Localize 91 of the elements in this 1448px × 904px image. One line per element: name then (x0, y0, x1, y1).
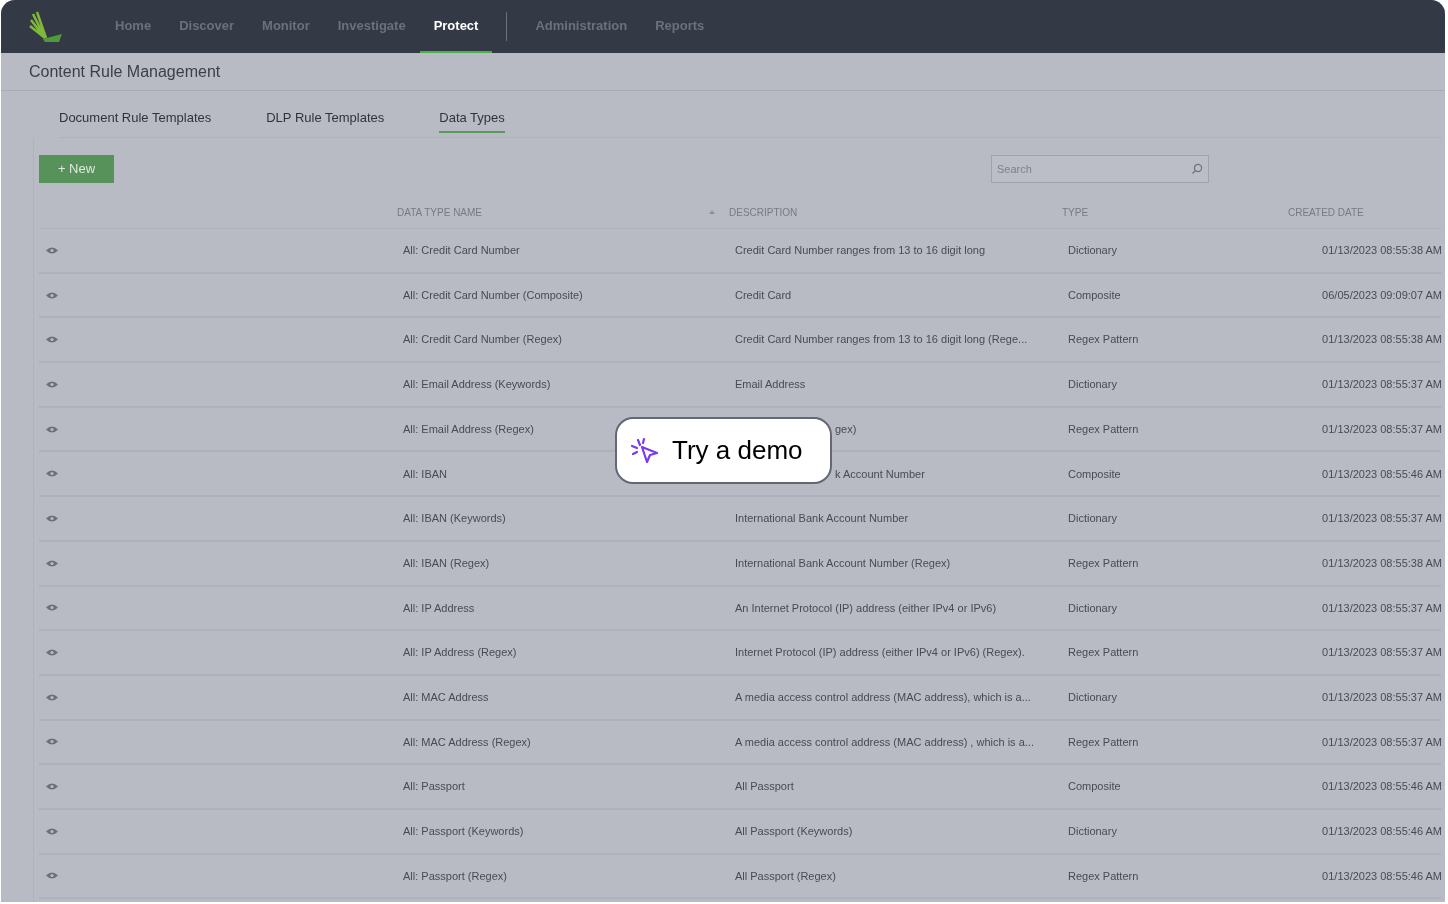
column-header[interactable]: DESCRIPTION (729, 204, 798, 220)
table-cell-text: Credit Card Number ranges from 13 to 16 digit long (Rege... (734, 332, 1029, 348)
table-cell-text: Regex Pattern (1067, 734, 1140, 750)
eye-icon[interactable] (45, 871, 59, 881)
table-cell-text: All: Email Address (Regex) (402, 421, 535, 437)
tab[interactable]: Document Rule Templates (59, 107, 212, 133)
table-cell-text: Regex Pattern (1067, 645, 1140, 661)
table-cell-text: All Passport (734, 779, 795, 795)
table-cell-text: All: IP Address (402, 600, 476, 616)
table-cell-text: 01/13/2023 08:55:37 AM (1322, 734, 1443, 750)
eye-icon[interactable] (45, 245, 59, 255)
eye-icon[interactable] (45, 558, 59, 568)
table-cell-text: 01/13/2023 08:55:38 AM (1322, 332, 1443, 348)
eye-icon[interactable] (45, 782, 59, 792)
table-cell-text: An Internet Protocol (IP) address (either IPv4 or IPv6) (734, 600, 998, 616)
table-cell-text: Internet Protocol (IP) address (either IPv4 or IPv6) (Regex). (734, 645, 1026, 661)
table-cell-text: 01/13/2023 08:55:37 AM (1322, 421, 1443, 437)
table-cell-text: gex) (834, 421, 858, 437)
eye-icon[interactable] (45, 513, 59, 523)
table-cell-text: A media access control address (MAC address) , which is a... (734, 734, 1035, 750)
table-cell-text: All Passport (Keywords) (734, 824, 854, 840)
table-cell-text: Composite (1067, 287, 1122, 303)
demo-button[interactable]: Try a demo (615, 417, 832, 484)
table-cell-text: 01/13/2023 08:55:37 AM (1322, 377, 1443, 393)
table-cell-text: k Account Number (834, 466, 926, 482)
search-icon (1191, 163, 1203, 175)
table-cell-text: 01/13/2023 08:55:37 AM (1322, 600, 1443, 616)
column-header[interactable]: CREATED DATE (1288, 204, 1364, 220)
table-cell-text: Credit Card (734, 287, 793, 303)
table-cell-text: All: Email Address (Keywords) (402, 377, 552, 393)
table-cell-text: 01/13/2023 08:55:46 AM (1322, 779, 1443, 795)
table-cell-text: All: IBAN (Regex) (402, 555, 491, 571)
table-cell-text: Dictionary (1067, 689, 1118, 705)
table-cell-text: 01/13/2023 08:55:46 AM (1322, 466, 1443, 482)
nav-item[interactable]: Protect (419, 0, 493, 53)
eye-icon[interactable] (45, 692, 59, 702)
eye-icon[interactable] (45, 826, 59, 836)
logo-icon (29, 9, 63, 44)
table-cell-text: 01/13/2023 08:55:38 AM (1322, 555, 1443, 571)
table-cell-text: Regex Pattern (1067, 421, 1140, 437)
table-cell-text: Dictionary (1067, 824, 1118, 840)
table-cell-text: Regex Pattern (1067, 555, 1140, 571)
table-cell-text: All: Passport (Keywords) (402, 824, 525, 840)
table-cell-text: All: IP Address (Regex) (402, 645, 518, 661)
table-cell-text: All Passport (Regex) (734, 868, 837, 884)
eye-icon[interactable] (45, 424, 59, 434)
table-cell-text: 06/05/2023 09:09:07 AM (1322, 287, 1443, 303)
new-button[interactable]: + New (39, 155, 114, 183)
table-cell-text: International Bank Account Number (734, 511, 910, 527)
eye-icon[interactable] (45, 335, 59, 345)
eye-icon[interactable] (45, 290, 59, 300)
table-cell-text: All: Passport (Regex) (402, 868, 508, 884)
table-cell-text: All: MAC Address (402, 689, 490, 705)
table-cell-text: Regex Pattern (1067, 868, 1140, 884)
table-cell-text: Credit Card Number ranges from 13 to 16 digit long (734, 243, 987, 259)
table-cell-text: Email Address (734, 377, 807, 393)
eye-icon[interactable] (45, 469, 59, 479)
table-cell-text: All: MAC Address (Regex) (402, 734, 532, 750)
table-cell-text: A media access control address (MAC address), which is a... (734, 689, 1032, 705)
table-cell-text: 01/13/2023 08:55:37 AM (1322, 511, 1443, 527)
column-header[interactable]: DATA TYPE NAME (397, 204, 483, 220)
sort-icon (709, 210, 715, 214)
table-cell-text: International Bank Account Number (Regex) (734, 555, 952, 571)
table-cell-text: 01/13/2023 08:55:46 AM (1322, 868, 1443, 884)
table-cell-text: Composite (1067, 779, 1122, 795)
table-cell-text: Composite (1067, 466, 1122, 482)
table-cell-text: Regex Pattern (1067, 332, 1140, 348)
table-cell-text: Dictionary (1067, 243, 1118, 259)
table-cell-text: All: IBAN (402, 466, 448, 482)
table-cell-text: All: Credit Card Number (402, 243, 521, 259)
table-cell-text: All: Credit Card Number (Regex) (402, 332, 563, 348)
eye-icon[interactable] (45, 603, 59, 613)
table-cell-text: 01/13/2023 08:55:46 AM (1322, 824, 1443, 840)
table-cell-text: All: IBAN (Keywords) (402, 511, 507, 527)
table-cell-text: Dictionary (1067, 600, 1118, 616)
search-field[interactable]: Search (991, 155, 1209, 183)
table-cell-text: 01/13/2023 08:55:37 AM (1322, 689, 1443, 705)
table-cell-text: 01/13/2023 08:55:38 AM (1322, 243, 1443, 259)
eye-icon[interactable] (45, 648, 59, 658)
tab[interactable]: DLP Rule Templates (266, 107, 385, 133)
page-title: Content Rule Management (29, 61, 221, 82)
table-cell-text: 01/13/2023 08:55:37 AM (1322, 645, 1443, 661)
table-cell-text: All: Passport (402, 779, 466, 795)
column-header[interactable]: TYPE (1062, 204, 1089, 220)
table-cell-text: All: Credit Card Number (Composite) (402, 287, 584, 303)
tab[interactable]: Data Types (439, 107, 505, 133)
table-cell-text: Dictionary (1067, 377, 1118, 393)
cursor-sparkle-icon (630, 436, 660, 465)
table-cell-text: Dictionary (1067, 511, 1118, 527)
eye-icon[interactable] (45, 737, 59, 747)
eye-icon[interactable] (45, 379, 59, 389)
